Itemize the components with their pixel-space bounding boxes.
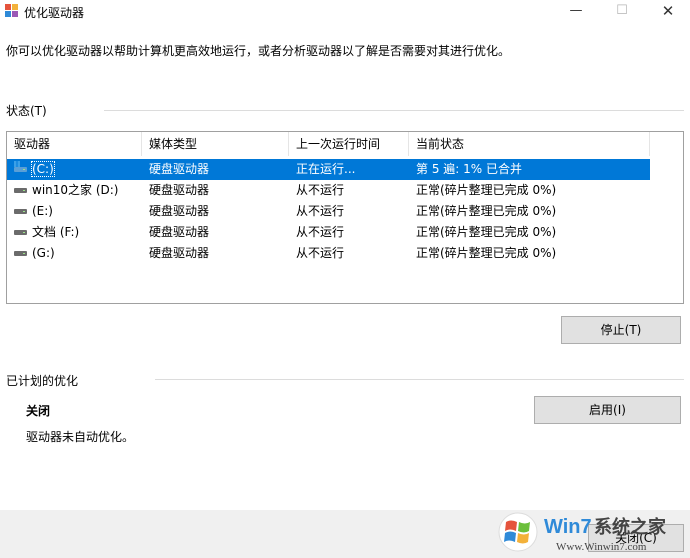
stop-button[interactable]: 停止(T)	[561, 316, 681, 344]
status-section-label: 状态(T)	[6, 104, 47, 118]
minimize-button[interactable]: —	[553, 0, 599, 24]
table-row[interactable]: (C:) 硬盘驱动器 正在运行... 第 5 遍: 1% 已合并	[7, 159, 650, 180]
drive-cell: win10之家 (D:)	[7, 180, 142, 201]
status-divider	[104, 110, 684, 111]
title-bar: 优化驱动器 — ☐ ✕	[0, 0, 690, 24]
scheduled-section-label: 已计划的优化	[6, 374, 79, 388]
hard-drive-icon	[14, 207, 27, 215]
status-cell: 第 5 遍: 1% 已合并	[416, 162, 522, 176]
column-header-status[interactable]: 当前状态	[409, 132, 650, 156]
hard-drive-icon	[14, 249, 27, 257]
table-row[interactable]: win10之家 (D:) 硬盘驱动器 从不运行 正常(碎片整理已完成 0%)	[7, 180, 650, 201]
svg-text:Win7: Win7	[544, 516, 592, 538]
defrag-app-icon	[5, 4, 18, 17]
drive-cell: (E:)	[7, 201, 142, 222]
window-title: 优化驱动器	[24, 6, 85, 20]
close-window-button[interactable]: ✕	[645, 0, 690, 24]
media-type-cell: 硬盘驱动器	[149, 246, 210, 260]
column-header-drive[interactable]: 驱动器	[7, 132, 142, 156]
scheduled-state: 关闭	[26, 404, 51, 418]
scheduled-divider	[155, 379, 684, 380]
column-header-last-run[interactable]: 上一次运行时间	[289, 132, 409, 156]
last-run-cell: 正在运行...	[296, 162, 356, 176]
hard-drive-icon	[14, 186, 27, 194]
scheduled-detail: 驱动器未自动优化。	[26, 430, 135, 444]
table-header: 驱动器 媒体类型 上一次运行时间 当前状态	[7, 132, 650, 156]
maximize-button[interactable]: ☐	[599, 0, 645, 24]
win7-watermark-logo: Win7 系统之家 Www.Winwin7.com	[498, 512, 667, 553]
svg-text:系统之家: 系统之家	[594, 516, 667, 538]
hard-drive-icon	[14, 228, 27, 236]
drive-table[interactable]: 驱动器 媒体类型 上一次运行时间 当前状态 (C:) 硬盘驱动器 正在运行...…	[6, 131, 684, 304]
last-run-cell: 从不运行	[296, 204, 345, 218]
column-header-media-type[interactable]: 媒体类型	[142, 132, 289, 156]
table-row[interactable]: (E:) 硬盘驱动器 从不运行 正常(碎片整理已完成 0%)	[7, 201, 650, 222]
drive-cell: 文档 (F:)	[7, 222, 142, 243]
status-cell: 正常(碎片整理已完成 0%)	[416, 204, 557, 218]
table-row[interactable]: (G:) 硬盘驱动器 从不运行 正常(碎片整理已完成 0%)	[7, 243, 650, 264]
table-row[interactable]: 文档 (F:) 硬盘驱动器 从不运行 正常(碎片整理已完成 0%)	[7, 222, 650, 243]
enable-button[interactable]: 启用(I)	[534, 396, 681, 424]
drive-cell: (C:)	[7, 159, 142, 180]
last-run-cell: 从不运行	[296, 183, 345, 197]
system-drive-icon	[14, 160, 27, 173]
status-cell: 正常(碎片整理已完成 0%)	[416, 183, 557, 197]
watermark-url: Www.Winwin7.com	[556, 541, 647, 553]
media-type-cell: 硬盘驱动器	[149, 204, 210, 218]
media-type-cell: 硬盘驱动器	[149, 162, 210, 176]
media-type-cell: 硬盘驱动器	[149, 183, 210, 197]
media-type-cell: 硬盘驱动器	[149, 225, 210, 239]
page-description: 你可以优化驱动器以帮助计算机更高效地运行，或者分析驱动器以了解是否需要对其进行优…	[6, 44, 511, 58]
last-run-cell: 从不运行	[296, 246, 345, 260]
drive-cell: (G:)	[7, 243, 142, 264]
last-run-cell: 从不运行	[296, 225, 345, 239]
status-cell: 正常(碎片整理已完成 0%)	[416, 225, 557, 239]
status-cell: 正常(碎片整理已完成 0%)	[416, 246, 557, 260]
